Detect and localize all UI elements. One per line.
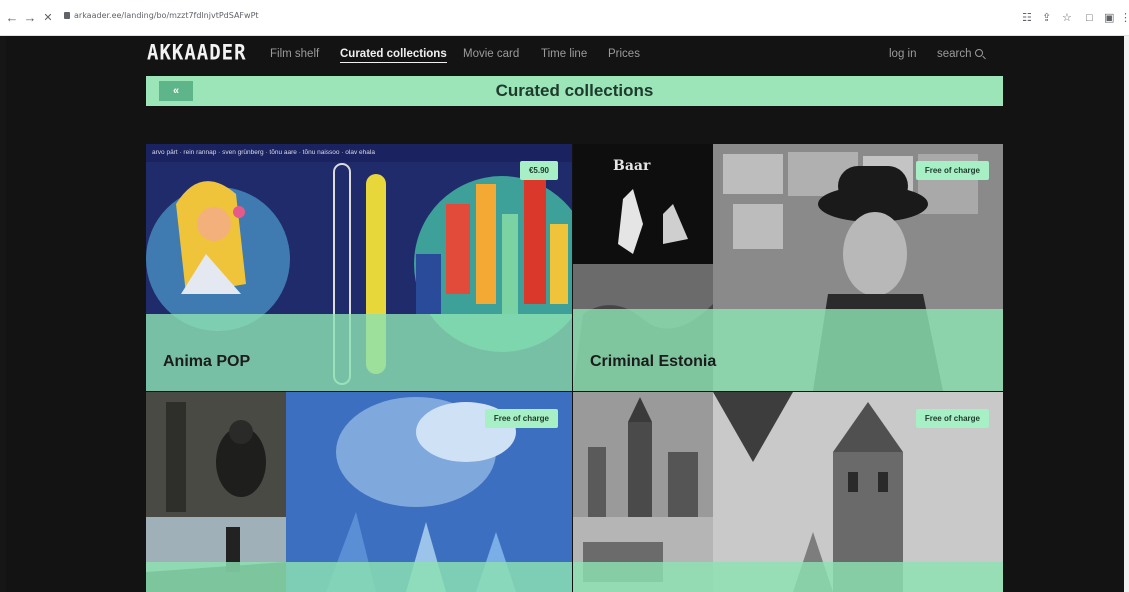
nav-curated-collections[interactable]: Curated collections — [340, 48, 447, 63]
card-title: Anima POP — [163, 353, 251, 370]
top-navigation: AKKAADER Film shelf Curated collections … — [6, 36, 1124, 72]
sidebar-icon[interactable]: □ — [1086, 11, 1093, 25]
search-label: search — [937, 48, 972, 60]
poster-text-baar: Baar — [613, 158, 651, 174]
card-title-band — [573, 562, 1003, 592]
back-arrow-icon[interactable]: ← — [4, 9, 20, 27]
browser-toolbar: ← → ✕ arkaader.ee/landing/bo/mzzt7fdlnjv… — [0, 0, 1129, 36]
close-icon[interactable]: ✕ — [40, 9, 56, 27]
lock-icon — [64, 12, 70, 19]
card-title: Criminal Estonia — [590, 353, 717, 370]
card-title-band — [573, 309, 1003, 391]
search-icon — [974, 49, 983, 57]
section-banner: « Curated collections — [146, 76, 1003, 106]
card-title-band — [146, 562, 572, 592]
nav-movie-card[interactable]: Movie card — [463, 48, 519, 60]
free-badge: Free of charge — [484, 409, 558, 428]
menu-icon[interactable]: ⋮ — [1120, 11, 1129, 25]
price-badge: €5.90 — [519, 161, 558, 180]
forward-arrow-icon[interactable]: → — [22, 9, 38, 27]
bookmark-star-icon[interactable]: ☆ — [1062, 11, 1072, 25]
address-bar[interactable]: arkaader.ee/landing/bo/mzzt7fdlnjvtPdSAF… — [74, 11, 259, 20]
profile-icon[interactable]: ▣ — [1104, 11, 1114, 25]
site-logo[interactable]: AKKAADER — [147, 41, 247, 65]
page-title: Curated collections — [495, 81, 654, 100]
collection-card-4[interactable]: Free of charge — [573, 392, 1003, 592]
collection-card-3[interactable]: Free of charge — [146, 392, 572, 592]
translate-icon[interactable]: ☷ — [1022, 11, 1032, 25]
page-content: AKKAADER Film shelf Curated collections … — [6, 36, 1124, 592]
share-icon[interactable]: ⇪ — [1042, 11, 1051, 25]
poster-credits-strip: arvo pärt · rein rannap · sven grünberg … — [152, 149, 375, 156]
nav-prices[interactable]: Prices — [608, 48, 640, 60]
collection-card-anima-pop[interactable]: arvo pärt · rein rannap · sven grünberg … — [146, 144, 572, 391]
free-badge: Free of charge — [915, 409, 989, 428]
search-link[interactable]: search — [937, 48, 983, 60]
scrollbar[interactable] — [1124, 36, 1129, 592]
nav-time-line[interactable]: Time line — [541, 48, 587, 60]
login-link[interactable]: log in — [889, 48, 917, 60]
collection-card-criminal-estonia[interactable]: Baar Free of charge Criminal Estonia — [573, 144, 1003, 391]
free-badge: Free of charge — [915, 161, 989, 180]
nav-film-shelf[interactable]: Film shelf — [270, 48, 319, 60]
